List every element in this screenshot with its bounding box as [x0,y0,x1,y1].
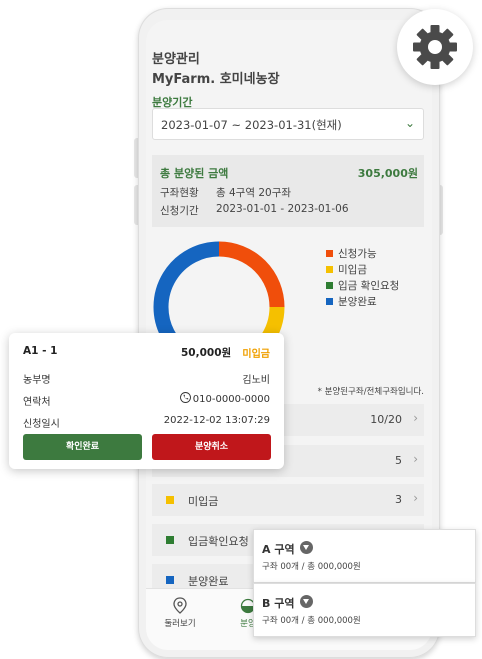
chevron-down-icon: ⌄ [404,116,415,130]
legend-item: 신청가능 [326,246,399,262]
plots-value: 총 4구역 20구좌 [216,187,292,199]
zone-detail: 구좌 00개 / 총 000,000원 [262,562,361,572]
period-select[interactable]: 2023-01-07 ~ 2023-01-31(현재) ⌄ [152,108,424,140]
chevron-right-icon: › [413,411,418,425]
status-swatch [166,496,174,504]
contact-label: 연락처 [23,397,51,408]
chevron-right-icon: › [413,491,418,505]
status-count: 5 [395,454,402,467]
apply-period-row: 신청기간 2023-01-01 - 2023-01-06 [160,203,349,218]
legend-label: 미입금 [338,264,367,276]
cancel-button[interactable]: 분양취소 [152,434,271,460]
total-amount-label: 총 분양된 금액 [160,167,229,180]
plot-price: 50,000원 [181,347,232,359]
dropdown-icon[interactable] [300,541,313,554]
legend-label: 분양완료 [338,296,377,308]
legend-swatch [326,250,333,257]
legend-label: 신청가능 [338,248,377,260]
dropdown-icon[interactable] [300,595,313,608]
legend-swatch [326,282,333,289]
legend-item: 분양완료 [326,294,399,310]
legend-item: 입금 확인요청 [326,278,399,294]
zone-title: B 구역 [262,597,295,610]
status-badge: 미입금 [242,349,270,360]
status-swatch [166,536,174,544]
status-swatch [166,576,174,584]
plot-detail-card: A1 - 1 50,000원 미입금 농부명 김노비 연락처 010-0000-… [9,333,284,469]
zone-popup-b[interactable]: B 구역 구좌 00개 / 총 000,000원 [253,583,476,637]
chart-legend: 신청가능 미입금 입금 확인요청 분양완료 [326,246,399,310]
confirm-button[interactable]: 확인완료 [23,434,142,460]
nav-browse-label: 둘러보기 [164,619,196,629]
farm-name: MyFarm. 호미네농장 [152,72,280,87]
status-label: 분양완료 [188,575,229,588]
settings-button[interactable] [397,9,473,85]
legend-label: 입금 확인요청 [338,280,400,292]
date-label: 신청일시 [23,419,60,430]
legend-item: 미입금 [326,262,399,278]
contact-number: 010-0000-0000 [192,394,270,405]
status-label: 입금확인요청 [188,535,249,548]
status-count: 3 [395,493,402,506]
page-title: 분양관리 [152,52,200,67]
chart-note: * 분양된구좌/전체구좌입니다. [317,387,424,397]
farmer-label: 농부명 [23,375,51,386]
zone-title: A 구역 [262,543,295,556]
apply-period-label: 신청기간 [160,205,199,217]
plots-label: 구좌현황 [160,187,199,199]
location-pin-icon [173,597,187,614]
legend-swatch [326,298,333,305]
plot-id: A1 - 1 [23,345,58,357]
plots-row: 구좌현황 총 4구역 20구좌 [160,185,291,200]
donut-slice-0 [218,241,285,308]
zone-popup-a[interactable]: A 구역 구좌 00개 / 총 000,000원 [253,529,476,583]
nav-browse[interactable]: 둘러보기 [150,597,210,629]
status-row-unpaid[interactable]: 미입금 3 › [152,484,424,516]
gear-icon [413,25,457,69]
summary-panel: 총 분양된 금액 305,000원 구좌현황 총 4구역 20구좌 신청기간 2… [152,155,424,227]
total-amount-value: 305,000원 [357,167,418,180]
chevron-right-icon: › [413,452,418,466]
farmer-value: 김노비 [242,375,270,386]
legend-swatch [326,266,333,273]
apply-period-value: 2023-01-01 - 2023-01-06 [216,203,349,215]
status-label: 미입금 [188,495,219,508]
date-value: 2022-12-02 13:07:29 [163,415,270,426]
phone-icon [179,392,191,403]
contact-value[interactable]: 010-0000-0000 [179,392,270,405]
period-value: 2023-01-07 ~ 2023-01-31(현재) [161,118,342,132]
zone-detail: 구좌 00개 / 총 000,000원 [262,616,361,626]
status-count: 10/20 [370,413,402,426]
